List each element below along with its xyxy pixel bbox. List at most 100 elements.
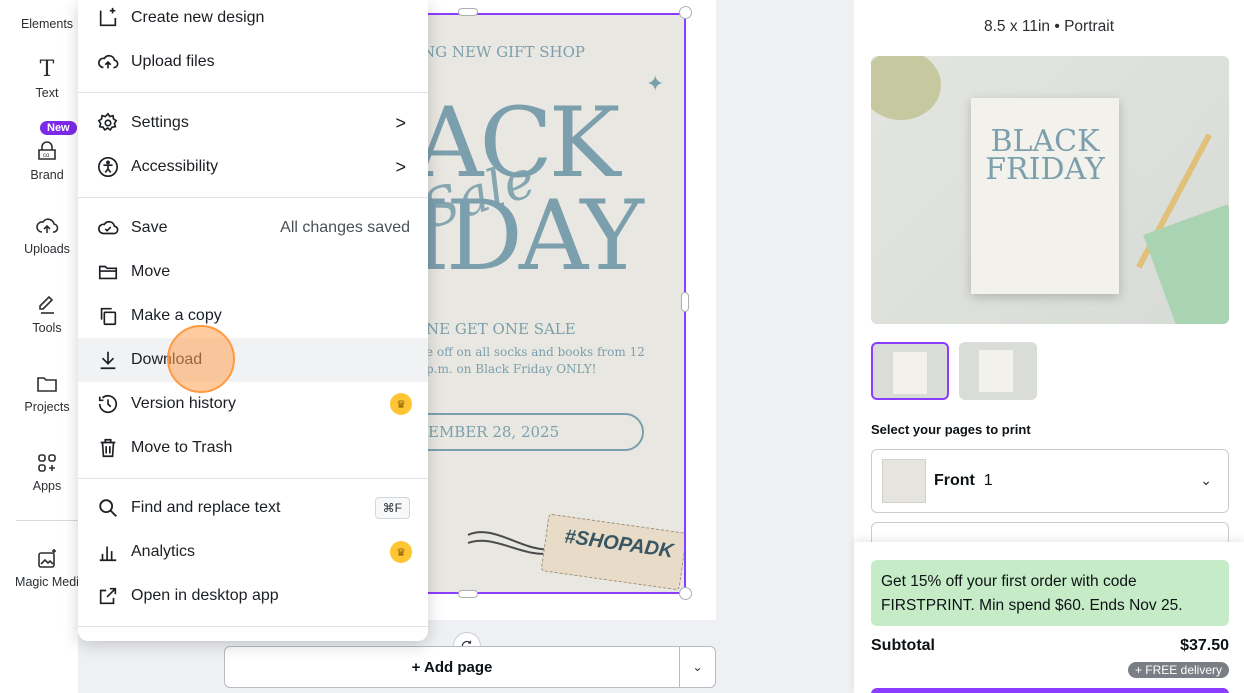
copy-icon [96, 304, 120, 328]
history-icon [96, 392, 120, 416]
thumbnail-flyer [979, 350, 1013, 392]
search-icon [96, 496, 120, 520]
menu-label: Make a copy [131, 307, 222, 324]
menu-label: Accessibility [131, 158, 219, 175]
menu-item-download[interactable]: Download [78, 338, 428, 382]
new-badge: New [40, 121, 77, 135]
accessibility-icon [96, 155, 120, 179]
apps-grid-icon [35, 451, 59, 475]
menu-label: Version history [131, 395, 236, 412]
analytics-icon [96, 540, 120, 564]
resize-handle-corner[interactable] [679, 6, 692, 19]
design-canvas[interactable]: NG NEW GIFT SHOP ✦ ACK Sale IDAY NE GET … [412, 13, 686, 594]
checkout-button[interactable] [871, 688, 1229, 693]
text-icon: T [39, 57, 55, 82]
menu-label: Upload files [131, 53, 215, 70]
download-icon [96, 348, 120, 372]
menu-item-settings[interactable]: Settings > [78, 101, 428, 145]
file-menu: Create new design Upload files Settings … [78, 0, 428, 641]
preview-thumbnail-2[interactable] [959, 342, 1037, 400]
chevron-down-icon: ⌄ [1200, 472, 1212, 488]
select-pages-label: Select your pages to print [871, 422, 1031, 437]
resize-handle-bottom[interactable] [458, 590, 478, 598]
checkout-footer: Get 15% off your first order with code F… [854, 542, 1244, 693]
add-page-dropdown[interactable]: ⌄ [680, 646, 716, 688]
resize-handle-top[interactable] [458, 8, 478, 16]
svg-text:co: co [43, 153, 50, 159]
page-select-value: Front 1 [934, 472, 993, 490]
folder-icon [35, 372, 59, 396]
upload-icon [96, 50, 120, 74]
chevron-right-icon: > [395, 156, 406, 177]
crown-icon: ♛ [390, 541, 412, 563]
cloud-upload-icon [35, 214, 59, 238]
preview-thumbnail-1[interactable] [871, 342, 949, 400]
print-size-label: 8.5 x 11in • Portrait [983, 18, 1115, 35]
sparkle-icon: ✦ [646, 71, 665, 96]
pen-tool-icon [35, 293, 59, 317]
magic-media-icon [35, 547, 59, 571]
menu-item-version-history[interactable]: Version history ♛ [78, 382, 428, 426]
resize-handle-right[interactable] [681, 292, 689, 312]
page-thumbnail [882, 459, 926, 503]
design-desc-line2[interactable]: p.m. on Black Friday ONLY! [426, 362, 597, 376]
gear-icon [96, 111, 120, 135]
resize-handle-corner[interactable] [679, 587, 692, 600]
brand-icon: co [35, 140, 59, 164]
external-link-icon [96, 584, 120, 608]
menu-separator [78, 92, 428, 93]
page-select-count: 1 [983, 472, 993, 489]
menu-item-make-a-copy[interactable]: Make a copy [78, 294, 428, 338]
menu-item-find-and-replace[interactable]: Find and replace text ⌘F [78, 486, 428, 530]
page-select-dropdown[interactable]: Front 1 ⌄ [871, 449, 1229, 513]
product-preview-image[interactable]: BLACK FRIDAY ⤢ [871, 56, 1229, 324]
design-date-text[interactable]: EMBER 28, 2025 [428, 423, 559, 441]
menu-item-upload-files[interactable]: Upload files [78, 40, 428, 84]
string-graphic [467, 531, 553, 555]
menu-separator [78, 626, 428, 627]
rail-divider [16, 520, 78, 521]
add-design-icon [96, 6, 120, 30]
menu-label: Save [131, 219, 168, 236]
promo-banner: Get 15% off your first order with code F… [871, 560, 1229, 626]
decor-grapes [871, 56, 941, 120]
menu-label: Find and replace text [131, 499, 281, 516]
flyer-mockup: BLACK FRIDAY [971, 98, 1119, 294]
folder-icon [96, 260, 120, 284]
print-panel: 8.5 x 11in • Portrait BLACK FRIDAY ⤢ Sel… [854, 0, 1244, 693]
free-delivery-badge: + FREE delivery [1127, 662, 1229, 678]
menu-label: Move to Trash [131, 439, 233, 456]
design-shop-text[interactable]: NG NEW GIFT SHOP [422, 43, 585, 61]
subtotal-label: Subtotal [871, 637, 935, 654]
add-page-button[interactable]: + Add page [224, 646, 680, 688]
menu-label: Open in desktop app [131, 587, 279, 604]
cloud-check-icon [96, 216, 120, 240]
left-rail: Elements T Text New co Brand Uploads Too… [0, 0, 79, 693]
menu-item-move-to-trash[interactable]: Move to Trash [78, 426, 428, 470]
menu-item-accessibility[interactable]: Accessibility > [78, 145, 428, 189]
chevron-down-icon: ⌄ [692, 660, 703, 674]
flyer-mockup-title: BLACK FRIDAY [985, 124, 1105, 187]
page-select-name: Front [934, 472, 975, 489]
menu-item-analytics[interactable]: Analytics ♛ [78, 530, 428, 574]
thumbnail-flyer [893, 352, 927, 394]
design-friday-text[interactable]: IDAY [414, 180, 644, 292]
menu-separator [78, 197, 428, 198]
decor-book [1143, 204, 1229, 324]
shortcut-badge: ⌘F [374, 497, 410, 519]
menu-item-create-new-design[interactable]: Create new design [78, 0, 428, 40]
design-bogo-text[interactable]: NE GET ONE SALE [426, 320, 576, 338]
menu-label: Settings [131, 114, 189, 131]
menu-label: Move [131, 263, 171, 280]
menu-item-save[interactable]: Save All changes saved [78, 206, 428, 250]
menu-separator [78, 478, 428, 479]
menu-label: Create new design [131, 9, 265, 26]
crown-icon: ♛ [390, 393, 412, 415]
chevron-right-icon: > [395, 112, 406, 133]
menu-item-move[interactable]: Move [78, 250, 428, 294]
trash-icon [96, 436, 120, 460]
save-status-text: All changes saved [280, 219, 410, 236]
menu-item-open-desktop-app[interactable]: Open in desktop app [78, 574, 428, 618]
design-desc-line1[interactable]: e off on all socks and books from 12 [426, 345, 645, 359]
click-indicator [167, 325, 235, 393]
